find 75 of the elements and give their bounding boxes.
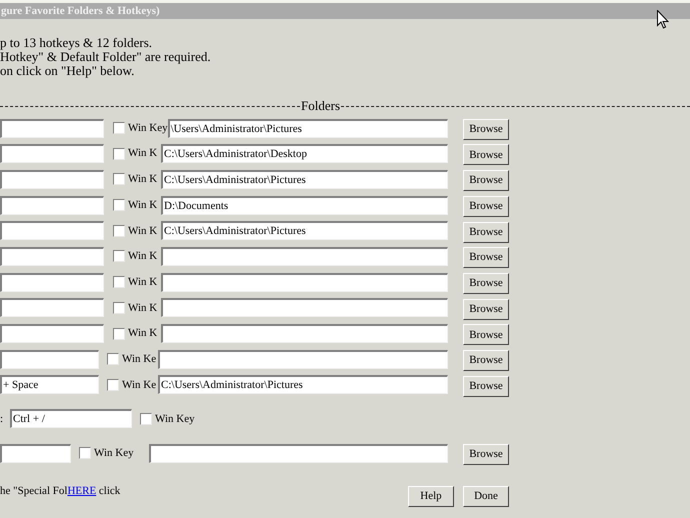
browse-button[interactable]: Browse bbox=[463, 118, 509, 140]
checkbox[interactable] bbox=[113, 122, 125, 134]
folder-path-field[interactable] bbox=[158, 350, 448, 369]
hotkey-field[interactable] bbox=[0, 196, 104, 215]
hotkey-field[interactable] bbox=[0, 118, 104, 138]
folder-path-field[interactable]: C:\Users\Administrator\Pictures bbox=[158, 375, 448, 394]
win-key-label: Win K bbox=[128, 249, 158, 264]
win-key-label: Win Key bbox=[94, 446, 135, 462]
folder-path-field[interactable]: C:\Users\Administrator\Pictures bbox=[161, 221, 448, 240]
footer-text: click bbox=[98, 484, 120, 500]
hotkey-field[interactable]: + Space bbox=[0, 375, 99, 394]
browse-button[interactable]: Browse bbox=[463, 324, 509, 346]
win-key-label: Win Key bbox=[128, 120, 168, 136]
browse-button[interactable]: Browse bbox=[463, 144, 509, 166]
hotkey-field[interactable]: Ctrl + / bbox=[10, 409, 132, 428]
checkbox[interactable] bbox=[79, 447, 91, 460]
instruction-text: on click on "Help" below. bbox=[0, 64, 136, 78]
folder-path-field[interactable]: \Users\Administrator\Pictures bbox=[168, 118, 448, 138]
hotkey-field[interactable] bbox=[0, 272, 104, 292]
folder-path-field[interactable]: D:\Documents bbox=[161, 196, 448, 215]
win-key-label: Win K bbox=[128, 172, 158, 188]
checkbox[interactable] bbox=[107, 378, 119, 391]
browse-button[interactable]: Browse bbox=[463, 247, 509, 268]
hotkey-field[interactable] bbox=[0, 144, 104, 164]
win-key-label: Win K bbox=[128, 274, 158, 290]
win-key-label: Win K bbox=[128, 300, 158, 316]
folder-path-field[interactable] bbox=[149, 444, 448, 463]
browse-button[interactable]: Browse bbox=[463, 444, 509, 466]
folder-path-field[interactable]: C:\Users\Administrator\Desktop bbox=[161, 144, 448, 164]
browse-button[interactable]: Browse bbox=[463, 196, 509, 217]
checkbox[interactable] bbox=[113, 276, 125, 288]
instruction-text: Hotkey" & Default Folder" are required. bbox=[0, 50, 212, 64]
browse-button[interactable]: Browse bbox=[463, 350, 509, 371]
folder-path-field[interactable] bbox=[161, 324, 448, 343]
hotkey-field[interactable] bbox=[0, 444, 71, 463]
checkbox[interactable] bbox=[113, 148, 125, 160]
win-key-label: Win K bbox=[128, 198, 158, 213]
cursor-icon bbox=[657, 10, 669, 29]
browse-button[interactable]: Browse bbox=[463, 272, 509, 294]
checkbox[interactable] bbox=[113, 302, 125, 314]
checkbox[interactable] bbox=[113, 224, 125, 237]
win-key-label: Win K bbox=[128, 326, 158, 342]
checkbox[interactable] bbox=[113, 328, 125, 340]
footer-text: he "Special Fol bbox=[0, 484, 68, 500]
checkbox[interactable] bbox=[107, 353, 119, 366]
browse-button[interactable]: Browse bbox=[463, 298, 509, 320]
checkbox[interactable] bbox=[113, 173, 125, 186]
hotkey-label: : bbox=[0, 412, 4, 427]
checkbox[interactable] bbox=[140, 412, 152, 425]
hotkey-field[interactable] bbox=[0, 221, 104, 240]
win-key-label: Win K bbox=[128, 224, 158, 238]
win-key-label: Win Ke bbox=[122, 352, 158, 367]
instruction-text: p to 13 hotkeys & 12 folders. bbox=[0, 36, 154, 50]
here-link[interactable]: HERE bbox=[67, 483, 96, 500]
win-key-label: Win Key bbox=[155, 412, 195, 427]
win-key-label: Win K bbox=[128, 146, 158, 162]
browse-button[interactable]: Browse bbox=[463, 170, 509, 192]
hotkey-field[interactable] bbox=[0, 324, 104, 343]
hotkey-field[interactable] bbox=[0, 350, 99, 369]
window-title: gure Favorite Folders & Hotkeys) bbox=[0, 4, 160, 19]
folder-path-field[interactable] bbox=[161, 298, 448, 318]
hotkey-field[interactable] bbox=[0, 298, 104, 318]
win-key-label: Win Ke bbox=[122, 378, 158, 393]
checkbox[interactable] bbox=[113, 199, 125, 212]
browse-button[interactable]: Browse bbox=[463, 376, 509, 397]
hotkey-field[interactable] bbox=[0, 246, 104, 266]
folder-path-field[interactable] bbox=[161, 246, 448, 266]
checkbox[interactable] bbox=[113, 250, 125, 262]
folder-path-field[interactable]: C:\Users\Administrator\Pictures bbox=[161, 170, 448, 189]
browse-button[interactable]: Browse bbox=[463, 222, 509, 242]
section-label: Folders bbox=[300, 99, 341, 113]
help-button[interactable]: Help bbox=[408, 486, 454, 507]
hotkey-field[interactable] bbox=[0, 170, 104, 189]
folder-path-field[interactable] bbox=[161, 272, 448, 292]
done-button[interactable]: Done bbox=[463, 486, 509, 507]
